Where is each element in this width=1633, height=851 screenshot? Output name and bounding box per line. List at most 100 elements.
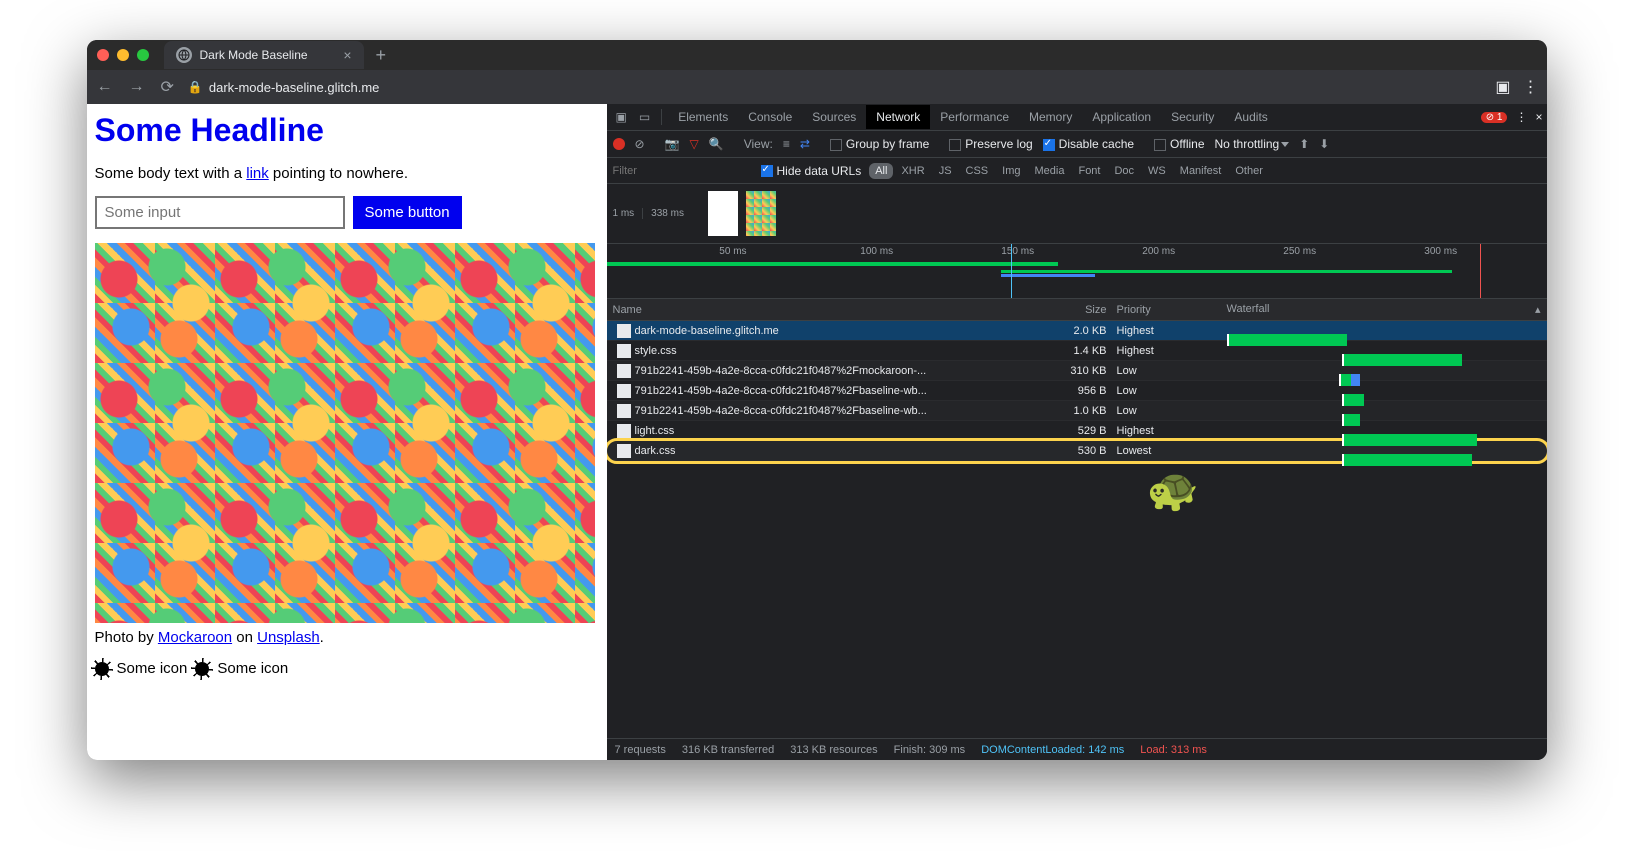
filter-ws[interactable]: WS <box>1142 163 1172 179</box>
tab-console[interactable]: Console <box>738 105 802 129</box>
filter-img[interactable]: Img <box>996 163 1026 179</box>
url-bar: ← → ⟳ 🔒 dark-mode-baseline.glitch.me ▣ ⋮ <box>87 70 1547 104</box>
overview-toggle-icon[interactable]: ⇄ <box>800 137 810 151</box>
rendered-page: Some Headline Some body text with a link… <box>87 104 607 760</box>
table-row[interactable]: dark-mode-baseline.glitch.me2.0 KBHighes… <box>607 321 1547 341</box>
column-size[interactable]: Size <box>937 304 1117 316</box>
filter-other[interactable]: Other <box>1229 163 1269 179</box>
clear-button[interactable]: ⊘ <box>635 137 645 151</box>
forward-button[interactable]: → <box>127 76 147 98</box>
column-name[interactable]: Name <box>607 304 937 316</box>
camera-icon[interactable]: 📷 <box>665 137 680 151</box>
menu-button[interactable]: ⋮ <box>1523 77 1539 97</box>
hero-image <box>95 243 595 623</box>
tab-sources[interactable]: Sources <box>802 105 866 129</box>
page-body-text: Some body text with a link pointing to n… <box>95 165 599 182</box>
browser-window: Dark Mode Baseline × + ← → ⟳ 🔒 dark-mode… <box>87 40 1547 760</box>
window-controls <box>97 49 149 61</box>
tab-elements[interactable]: Elements <box>668 105 738 129</box>
network-toolbar: ⊘ 📷 ▽ 🔍 View: ≡ ⇄ Group by frame Preserv… <box>607 131 1547 158</box>
file-icon <box>617 364 631 378</box>
waterfall-timeline[interactable]: 50 ms100 ms150 ms200 ms250 ms300 ms <box>607 244 1547 299</box>
reload-button[interactable]: ⟳ <box>159 75 176 99</box>
titlebar: Dark Mode Baseline × + <box>87 40 1547 70</box>
file-icon <box>617 424 631 438</box>
page-heading: Some Headline <box>95 112 599 149</box>
turtle-icon: 🐢 <box>1147 466 1199 515</box>
lock-icon: 🔒 <box>188 80 203 94</box>
screenshot-thumbnail[interactable] <box>708 191 738 236</box>
offline-checkbox[interactable]: Offline <box>1154 137 1204 151</box>
filter-doc[interactable]: Doc <box>1108 163 1140 179</box>
devtools-menu-icon[interactable]: ⋮ <box>1515 110 1527 124</box>
author-link[interactable]: Mockaroon <box>158 629 232 646</box>
file-icon <box>617 324 631 338</box>
filter-xhr[interactable]: XHR <box>895 163 930 179</box>
status-bar: 7 requests 316 KB transferred 313 KB res… <box>607 738 1547 760</box>
table-row[interactable]: 791b2241-459b-4a2e-8cca-c0fdc21f0487%2Fb… <box>607 401 1547 421</box>
column-priority[interactable]: Priority <box>1117 304 1227 316</box>
filter-toggle-icon[interactable]: ▽ <box>690 137 699 151</box>
search-icon[interactable]: 🔍 <box>709 137 724 151</box>
back-button[interactable]: ← <box>95 76 115 98</box>
tab-network[interactable]: Network <box>866 105 930 129</box>
tab-security[interactable]: Security <box>1161 105 1224 129</box>
screenshot-thumbnail[interactable] <box>746 191 776 236</box>
close-window-button[interactable] <box>97 49 109 61</box>
file-icon <box>617 444 631 458</box>
text-input[interactable] <box>95 196 345 229</box>
device-toggle-icon[interactable]: ▭ <box>634 107 655 127</box>
image-caption: Photo by Mockaroon on Unsplash. <box>95 629 599 646</box>
file-icon <box>617 404 631 418</box>
table-row[interactable]: light.css529 BHighest <box>607 421 1547 441</box>
body-link[interactable]: link <box>246 165 269 182</box>
tab-performance[interactable]: Performance <box>930 105 1019 129</box>
file-icon <box>617 344 631 358</box>
error-badge[interactable]: ⊘ 1 <box>1481 112 1508 123</box>
column-waterfall[interactable]: Waterfall▴ <box>1227 303 1547 316</box>
devtools-tabs: ▣ ▭ ElementsConsoleSourcesNetworkPerform… <box>607 104 1547 131</box>
tab-audits[interactable]: Audits <box>1224 105 1277 129</box>
maximize-window-button[interactable] <box>137 49 149 61</box>
inspect-icon[interactable]: ▣ <box>611 107 632 127</box>
filter-css[interactable]: CSS <box>960 163 995 179</box>
globe-icon <box>176 47 192 63</box>
new-tab-button[interactable]: + <box>364 45 399 66</box>
devtools-panel: ▣ ▭ ElementsConsoleSourcesNetworkPerform… <box>607 104 1547 760</box>
close-tab-button[interactable]: × <box>343 47 351 63</box>
timeline-overview[interactable]: 1 ms 338 ms <box>607 184 1547 244</box>
disable-cache-checkbox[interactable]: Disable cache <box>1043 137 1134 151</box>
filter-manifest[interactable]: Manifest <box>1174 163 1228 179</box>
some-button[interactable]: Some button <box>353 196 462 229</box>
address-field[interactable]: 🔒 dark-mode-baseline.glitch.me <box>188 80 1483 95</box>
preserve-log-checkbox[interactable]: Preserve log <box>949 137 1032 151</box>
filter-font[interactable]: Font <box>1072 163 1106 179</box>
record-button[interactable] <box>613 138 625 150</box>
download-icon[interactable]: ⬇ <box>1319 137 1329 151</box>
filter-input[interactable] <box>613 165 753 177</box>
browser-tab[interactable]: Dark Mode Baseline × <box>164 41 364 69</box>
site-link[interactable]: Unsplash <box>257 629 320 646</box>
large-rows-icon[interactable]: ≡ <box>783 137 790 151</box>
group-by-frame-checkbox[interactable]: Group by frame <box>830 137 929 151</box>
tab-application[interactable]: Application <box>1082 105 1161 129</box>
table-row[interactable]: style.css1.4 KBHighest <box>607 341 1547 361</box>
filter-bar: Hide data URLs AllXHRJSCSSImgMediaFontDo… <box>607 158 1547 184</box>
upload-icon[interactable]: ⬆ <box>1299 137 1309 151</box>
profile-icon[interactable]: ▣ <box>1495 77 1510 97</box>
filter-media[interactable]: Media <box>1029 163 1071 179</box>
filter-all[interactable]: All <box>869 163 893 179</box>
network-table: 🐢 dark-mode-baseline.glitch.me2.0 KBHigh… <box>607 321 1547 738</box>
table-row[interactable]: 791b2241-459b-4a2e-8cca-c0fdc21f0487%2Fb… <box>607 381 1547 401</box>
url-text: dark-mode-baseline.glitch.me <box>209 80 380 95</box>
throttling-dropdown[interactable]: No throttling <box>1215 137 1290 151</box>
filter-js[interactable]: JS <box>933 163 958 179</box>
sun-icon <box>195 662 209 676</box>
table-header: Name Size Priority Waterfall▴ <box>607 299 1547 321</box>
hide-data-urls-checkbox[interactable]: Hide data URLs <box>761 164 862 178</box>
tab-title: Dark Mode Baseline <box>200 48 308 62</box>
devtools-close-icon[interactable]: × <box>1535 110 1542 124</box>
minimize-window-button[interactable] <box>117 49 129 61</box>
sun-icon <box>95 662 109 676</box>
tab-memory[interactable]: Memory <box>1019 105 1082 129</box>
